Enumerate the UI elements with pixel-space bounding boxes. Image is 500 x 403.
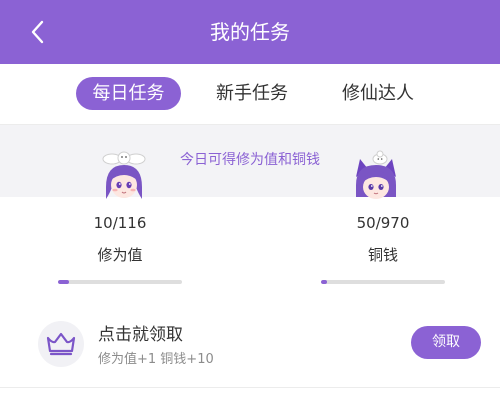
tab-cultivation-master[interactable]: 修仙达人 (326, 77, 430, 110)
coins-avatar (350, 147, 402, 207)
tab-daily-tasks[interactable]: 每日任务 (76, 77, 181, 110)
coins-value: 50/970 (356, 214, 410, 232)
coins-progress (321, 280, 445, 284)
cultivation-label: 修为值 (97, 246, 143, 264)
task-title: 点击就领取 (98, 325, 183, 345)
cultivation-value: 10/116 (93, 214, 147, 232)
banner-text: 今日可得修为值和铜钱 (180, 152, 320, 168)
page-title: 我的任务 (210, 20, 290, 44)
coins-label: 铜钱 (367, 246, 398, 264)
cultivation-progress-fill (58, 280, 69, 284)
claim-button[interactable]: 领取 (411, 326, 481, 359)
coins-progress-fill (321, 280, 328, 284)
cultivation-avatar (98, 147, 150, 207)
task-row: 点击就领取 修为值+1 铜钱+10 领取 (0, 301, 500, 388)
task-reward: 修为值+1 铜钱+10 (98, 352, 214, 367)
crown-icon (38, 321, 84, 367)
tab-newbie-tasks[interactable]: 新手任务 (200, 77, 304, 110)
app-header: 我的任务 (0, 0, 500, 64)
task-tabs: 每日任务 新手任务 修仙达人 (0, 64, 500, 125)
cultivation-progress (58, 280, 182, 284)
